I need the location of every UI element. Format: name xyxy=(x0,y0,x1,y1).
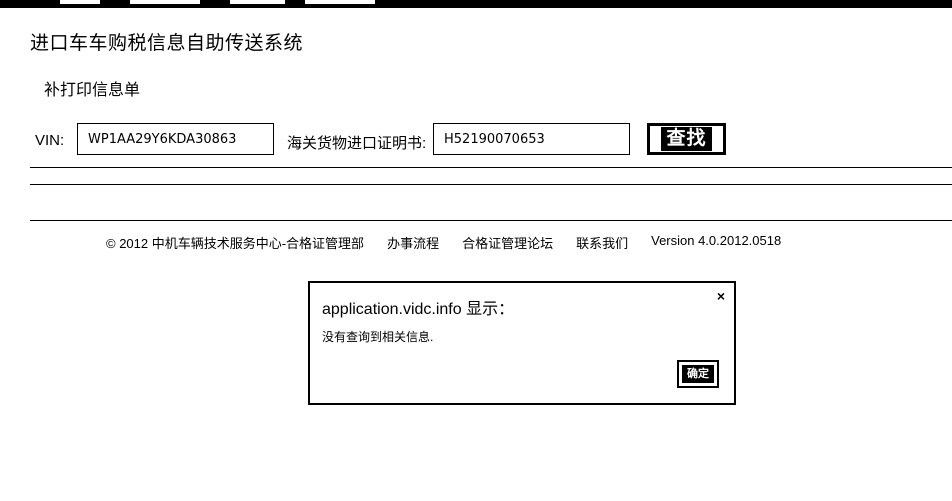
alert-dialog: application.vidc.info 显示： × 没有查询到相关信息. 确… xyxy=(308,281,736,405)
divider-3 xyxy=(30,220,952,221)
footer: © 2012 中机车辆技术服务中心-合格证管理部 办事流程 合格证管理论坛 联系… xyxy=(106,233,781,252)
customs-cert-label: 海关货物进口证明书: xyxy=(287,135,427,152)
search-form: VIN: 海关货物进口证明书: 查找 xyxy=(0,120,952,160)
ok-button-label: 确定 xyxy=(682,365,714,383)
footer-version: Version 4.0.2012.0518 xyxy=(651,233,782,248)
search-button-label: 查找 xyxy=(661,127,712,151)
footer-link-forum[interactable]: 合格证管理论坛 xyxy=(462,233,553,252)
vin-label: VIN: xyxy=(35,132,65,149)
close-icon[interactable]: × xyxy=(717,288,725,304)
page-title: 进口车车购税信息自助传送系统 xyxy=(30,33,304,54)
top-banner-strip xyxy=(0,0,952,8)
section-title: 补打印信息单 xyxy=(44,82,141,99)
customs-cert-input[interactable] xyxy=(433,123,630,155)
dialog-message: 没有查询到相关信息. xyxy=(322,330,434,344)
divider-2 xyxy=(30,184,952,185)
divider-1 xyxy=(30,167,952,168)
search-button[interactable]: 查找 xyxy=(647,123,726,155)
vin-input[interactable] xyxy=(77,123,274,155)
footer-copyright: © 2012 中机车辆技术服务中心-合格证管理部 xyxy=(106,236,365,251)
footer-link-process[interactable]: 办事流程 xyxy=(387,233,439,252)
ok-button[interactable]: 确定 xyxy=(677,360,719,388)
footer-link-contact[interactable]: 联系我们 xyxy=(576,233,628,252)
dialog-title: application.vidc.info 显示： xyxy=(322,301,515,318)
